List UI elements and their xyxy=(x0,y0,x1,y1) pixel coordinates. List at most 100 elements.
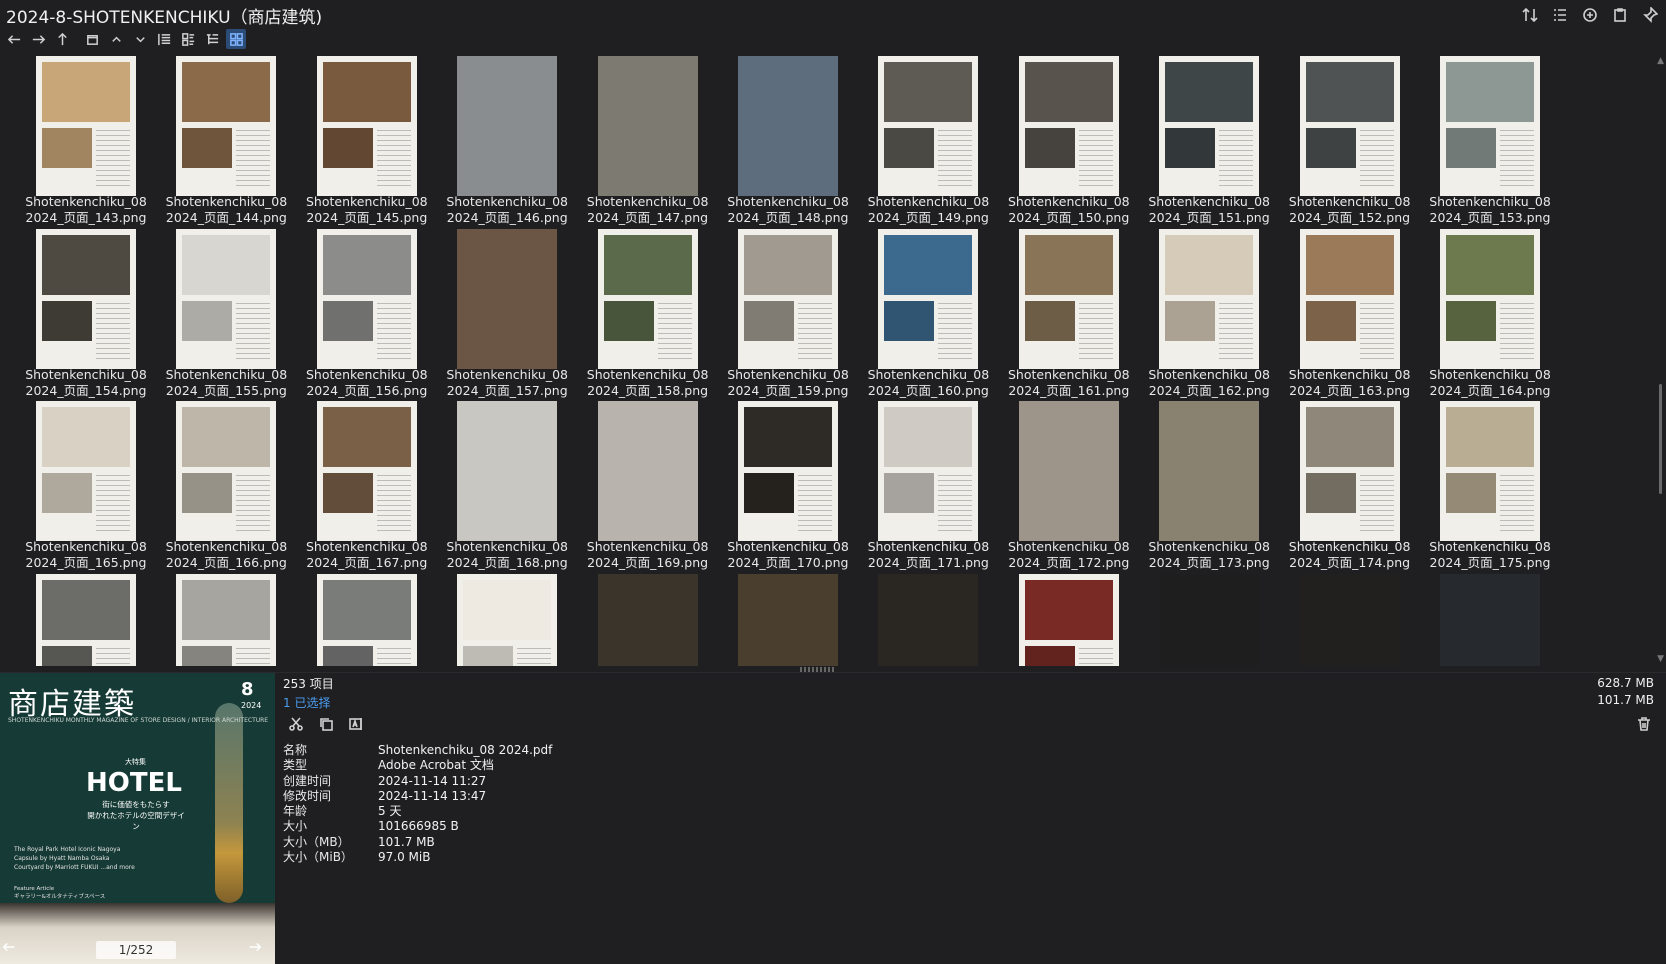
scroll-down-icon[interactable]: ▼ xyxy=(1657,654,1664,664)
file-item[interactable]: Shotenkenchiku_08 2024_页面_167.png xyxy=(295,399,439,579)
scroll-thumb[interactable] xyxy=(1659,384,1662,494)
file-thumbnail xyxy=(36,401,136,541)
file-item[interactable]: Shotenkenchiku_08 2024_页面_162.png xyxy=(1137,227,1281,407)
file-item[interactable]: Shotenkenchiku_08 2024_页面_173.png xyxy=(1137,399,1281,579)
file-name-line: 2024_页面_159.png xyxy=(727,382,849,398)
thumbnail-text xyxy=(938,475,973,535)
window-icon[interactable] xyxy=(82,29,102,49)
scroll-up-icon[interactable]: ▲ xyxy=(1657,56,1664,66)
file-item[interactable] xyxy=(576,572,720,666)
file-item[interactable]: Shotenkenchiku_08 2024_页面_145.png xyxy=(295,54,439,234)
vertical-scrollbar[interactable]: ▲ ▼ xyxy=(1652,54,1666,666)
file-name-line: 2024_页面_160.png xyxy=(867,382,989,398)
file-name: Shotenkenchiku_08 2024_页面_162.png xyxy=(1137,367,1281,399)
previous-page-icon[interactable] xyxy=(2,939,22,959)
sort-icon[interactable] xyxy=(1520,5,1540,25)
file-thumbnail xyxy=(738,56,838,196)
file-item[interactable]: Shotenkenchiku_08 2024_页面_158.png xyxy=(576,227,720,407)
file-item[interactable] xyxy=(435,572,579,666)
thumbnail-photo xyxy=(1446,62,1534,122)
copy-icon[interactable] xyxy=(316,714,336,734)
file-name: Shotenkenchiku_08 2024_页面_145.png xyxy=(295,194,439,226)
file-thumbnail xyxy=(176,56,277,196)
file-name: Shotenkenchiku_08 2024_页面_166.png xyxy=(154,539,298,571)
file-item[interactable]: Shotenkenchiku_08 2024_页面_153.png xyxy=(1418,54,1562,234)
thumbnail-photo xyxy=(182,473,233,513)
file-item[interactable]: Shotenkenchiku_08 2024_页面_165.png xyxy=(14,399,158,579)
file-item[interactable]: Shotenkenchiku_08 2024_页面_169.png xyxy=(576,399,720,579)
item-count: 253 项目 xyxy=(283,677,334,691)
file-item[interactable] xyxy=(295,572,439,666)
file-item[interactable]: Shotenkenchiku_08 2024_页面_171.png xyxy=(856,399,1000,579)
file-item[interactable] xyxy=(716,572,860,666)
delete-icon[interactable] xyxy=(1634,714,1654,734)
file-thumbnail xyxy=(878,573,979,666)
back-icon[interactable] xyxy=(4,29,24,49)
sort-down-icon[interactable] xyxy=(130,29,150,49)
forward-icon[interactable] xyxy=(28,29,48,49)
file-item[interactable]: Shotenkenchiku_08 2024_页面_168.png xyxy=(435,399,579,579)
tree-list-icon[interactable] xyxy=(202,29,222,49)
selected-count[interactable]: 1 已选择 xyxy=(283,694,334,711)
property-key: 大小（MiB） xyxy=(283,850,353,865)
file-item[interactable]: Shotenkenchiku_08 2024_页面_166.png xyxy=(154,399,298,579)
file-item[interactable]: Shotenkenchiku_08 2024_页面_146.png xyxy=(435,54,579,234)
detail-list-icon[interactable] xyxy=(154,29,174,49)
thumbnail-photo xyxy=(1446,234,1534,295)
file-item[interactable]: Shotenkenchiku_08 2024_页面_157.png xyxy=(435,227,579,407)
list-view-icon[interactable] xyxy=(1550,5,1570,25)
file-item[interactable]: Shotenkenchiku_08 2024_页面_163.png xyxy=(1278,227,1422,407)
up-icon[interactable] xyxy=(52,29,72,49)
file-item[interactable]: Shotenkenchiku_08 2024_页面_143.png xyxy=(14,54,158,234)
file-item[interactable]: Shotenkenchiku_08 2024_页面_174.png xyxy=(1278,399,1422,579)
file-item[interactable]: Shotenkenchiku_08 2024_页面_160.png xyxy=(856,227,1000,407)
thumbnail-photo xyxy=(1024,579,1113,640)
file-name-line: Shotenkenchiku_08 xyxy=(1148,366,1270,382)
cut-icon[interactable] xyxy=(286,714,306,734)
file-item[interactable]: Shotenkenchiku_08 2024_页面_144.png xyxy=(154,54,298,234)
file-name-line: 2024_页面_156.png xyxy=(306,382,428,398)
file-item[interactable] xyxy=(856,572,1000,666)
file-item[interactable]: Shotenkenchiku_08 2024_页面_161.png xyxy=(997,227,1141,407)
pin-icon[interactable] xyxy=(1640,5,1660,25)
file-item[interactable]: Shotenkenchiku_08 2024_页面_155.png xyxy=(154,227,298,407)
file-item[interactable] xyxy=(154,572,298,666)
clipboard-icon[interactable] xyxy=(1610,5,1630,25)
file-grid: Shotenkenchiku_08 2024_页面_143.png Shotenke… xyxy=(14,54,1644,666)
file-item[interactable]: Shotenkenchiku_08 2024_页面_149.png xyxy=(856,54,1000,234)
file-item[interactable] xyxy=(997,572,1141,666)
total-size: 628.7 MB xyxy=(1597,676,1654,690)
file-item[interactable] xyxy=(14,572,158,666)
file-thumbnail xyxy=(1018,573,1119,666)
file-item[interactable] xyxy=(1137,572,1281,666)
thumbnail-photo xyxy=(1446,128,1496,168)
property-key: 大小 xyxy=(283,819,308,834)
sort-up-icon[interactable] xyxy=(106,29,126,49)
file-name-line: 2024_页面_163.png xyxy=(1289,382,1411,398)
file-thumbnail xyxy=(457,573,558,666)
add-icon[interactable] xyxy=(1580,5,1600,25)
file-name: Shotenkenchiku_08 2024_页面_174.png xyxy=(1278,539,1422,571)
file-item[interactable]: Shotenkenchiku_08 2024_页面_154.png xyxy=(14,227,158,407)
file-thumbnail xyxy=(36,573,136,666)
file-item[interactable]: Shotenkenchiku_08 2024_页面_156.png xyxy=(295,227,439,407)
file-item[interactable]: Shotenkenchiku_08 2024_页面_151.png xyxy=(1137,54,1281,234)
file-item[interactable]: Shotenkenchiku_08 2024_页面_148.png xyxy=(716,54,860,234)
file-item[interactable]: Shotenkenchiku_08 2024_页面_170.png xyxy=(716,399,860,579)
file-item[interactable]: Shotenkenchiku_08 2024_页面_164.png xyxy=(1418,227,1562,407)
file-item[interactable] xyxy=(1278,572,1422,666)
file-item[interactable]: Shotenkenchiku_08 2024_页面_159.png xyxy=(716,227,860,407)
file-item[interactable]: Shotenkenchiku_08 2024_页面_175.png xyxy=(1418,399,1562,579)
file-item[interactable]: Shotenkenchiku_08 2024_页面_152.png xyxy=(1278,54,1422,234)
next-page-icon[interactable] xyxy=(248,939,268,959)
file-thumbnail xyxy=(738,401,838,541)
file-name-line: Shotenkenchiku_08 xyxy=(1429,539,1551,554)
rename-icon[interactable] xyxy=(346,714,366,734)
grid-view-icon[interactable] xyxy=(226,29,246,49)
thumbnail-text xyxy=(1219,130,1254,190)
file-item[interactable]: Shotenkenchiku_08 2024_页面_150.png xyxy=(997,54,1141,234)
file-item[interactable]: Shotenkenchiku_08 2024_页面_147.png xyxy=(576,54,720,234)
tiles-icon[interactable] xyxy=(178,29,198,49)
file-item[interactable]: Shotenkenchiku_08 2024_页面_172.png xyxy=(997,399,1141,579)
file-item[interactable] xyxy=(1418,572,1562,666)
